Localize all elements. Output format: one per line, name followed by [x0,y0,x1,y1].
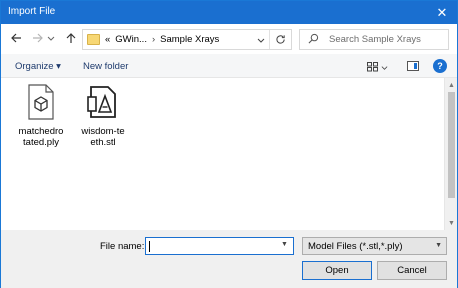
file-name: wisdom-te eth.stl [81,126,125,148]
title-bar: Import File ✕ [1,1,457,24]
file-name: matchedro tated.ply [18,126,64,148]
cancel-button[interactable]: Cancel [377,261,447,280]
arrow-left-icon[interactable] [8,30,24,46]
file-item[interactable]: wisdom-te eth.stl [77,84,129,148]
file-type-select[interactable]: Model Files (*.stl,*.ply) ▼ [302,237,447,255]
breadcrumb: « GWin... › Sample Xrays [105,34,219,45]
organize-menu[interactable]: Organize ▾ [15,61,61,72]
search-icon [308,33,319,47]
breadcrumb-separator[interactable]: › [152,34,155,45]
vertical-scrollbar[interactable]: ▲ ▼ [444,78,457,230]
file-name-input[interactable] [145,237,294,255]
help-icon[interactable]: ? [433,59,447,73]
file-item[interactable]: matchedro tated.ply [15,84,67,148]
scroll-up-icon[interactable]: ▲ [447,80,456,90]
navigation-bar: « GWin... › Sample Xrays Search Sample X… [1,24,457,54]
preview-pane-icon[interactable] [407,61,419,71]
file-type-value: Model Files (*.stl,*.ply) [308,241,403,252]
close-icon[interactable]: ✕ [427,1,457,24]
file-list: matchedro tated.ply wisdom-te eth.stl [1,78,444,230]
scrollbar-thumb[interactable] [448,92,455,198]
window-title: Import File [8,6,56,17]
file-name-dropdown-icon[interactable]: ▼ [281,241,288,248]
chevron-down-icon[interactable] [46,30,56,46]
text-caret [149,241,150,252]
dialog-footer: File name: ▼ Model Files (*.stl,*.ply) ▼… [1,230,457,288]
import-file-dialog: Import File ✕ « GWin... › Sample Xrays S… [0,0,458,288]
arrow-up-icon[interactable] [63,30,79,46]
change-view-icon[interactable] [367,60,391,74]
search-placeholder: Search Sample Xrays [329,34,421,45]
chevron-down-icon: ▼ [435,242,442,249]
command-bar: Organize ▾ New folder ? [1,54,457,78]
3d-object-file-icon [28,84,54,120]
arrow-right-icon[interactable] [30,30,46,46]
folder-icon [87,34,100,45]
breadcrumb-overflow[interactable]: « [105,34,110,45]
address-bar[interactable]: « GWin... › Sample Xrays [82,29,292,50]
breadcrumb-item-gwin[interactable]: GWin... [115,34,147,45]
3d-print-file-icon [87,86,116,118]
refresh-icon[interactable] [269,30,291,49]
new-folder-button[interactable]: New folder [83,61,128,72]
breadcrumb-item-sample-xrays[interactable]: Sample Xrays [160,34,219,45]
scroll-down-icon[interactable]: ▼ [447,218,456,228]
search-box[interactable]: Search Sample Xrays [299,29,449,50]
file-name-label: File name: [100,241,145,252]
open-button[interactable]: Open [302,261,372,280]
address-dropdown-icon[interactable] [255,33,267,47]
